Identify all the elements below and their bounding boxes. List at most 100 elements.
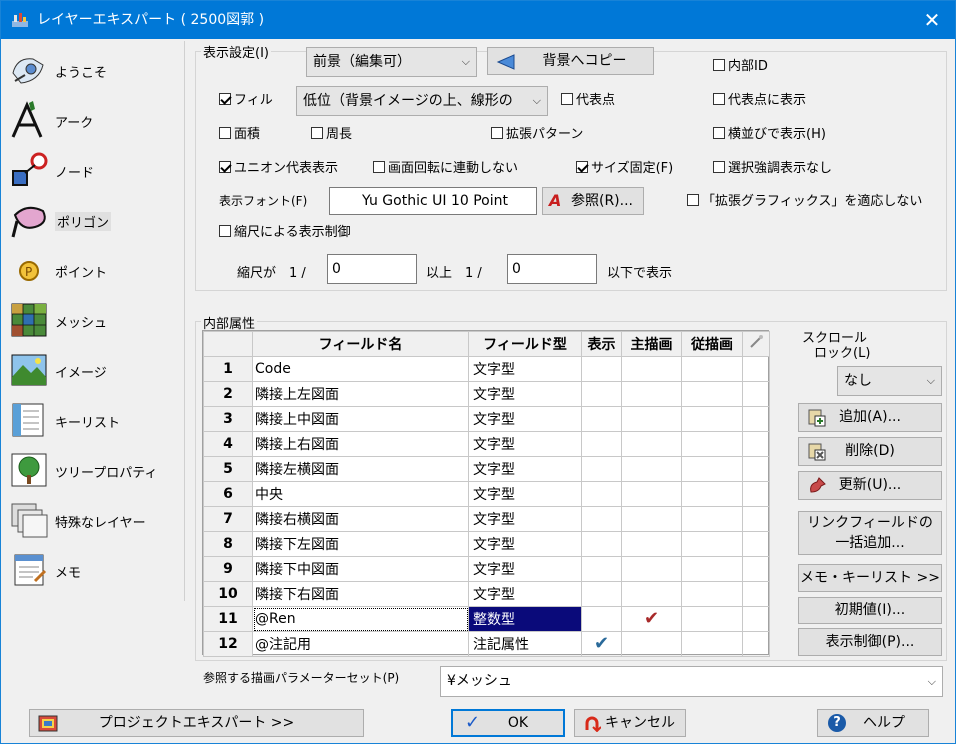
- link-cell[interactable]: [742, 506, 770, 532]
- link-cell[interactable]: [742, 406, 770, 432]
- field-name-cell[interactable]: 隣接上中図面: [252, 406, 469, 432]
- sidebar-item-tree-property[interactable]: ツリープロパティ: [5, 445, 183, 495]
- show-at-rep-point-checkbox[interactable]: 代表点に表示: [713, 93, 806, 109]
- link-cell[interactable]: [742, 431, 770, 457]
- font-display-field[interactable]: Yu Gothic UI 10 Point: [329, 187, 537, 215]
- bulk-add-link-fields-button[interactable]: リンクフィールドの 一括追加...: [798, 511, 942, 555]
- row-number[interactable]: 12: [203, 631, 253, 657]
- sidebar-item-mesh[interactable]: メッシュ: [5, 295, 183, 345]
- row-number[interactable]: 9: [203, 556, 253, 582]
- display-cell[interactable]: [581, 431, 622, 457]
- col-header-field-type[interactable]: フィールド型: [468, 331, 582, 357]
- main-draw-cell[interactable]: [621, 531, 682, 557]
- sub-draw-cell[interactable]: [681, 431, 743, 457]
- sidebar-item-welcome[interactable]: ようこそ: [5, 45, 183, 95]
- field-name-cell[interactable]: 隣接左横図面: [252, 456, 469, 482]
- table-row[interactable]: 12 @注記用 注記属性 ✔: [203, 631, 770, 657]
- sub-draw-cell[interactable]: [681, 456, 743, 482]
- perimeter-checkbox[interactable]: 周長: [311, 127, 352, 143]
- link-cell[interactable]: [742, 581, 770, 607]
- field-type-cell[interactable]: 文字型: [468, 406, 582, 432]
- scroll-lock-select[interactable]: なし ⌵: [837, 366, 942, 396]
- link-cell[interactable]: [742, 356, 770, 382]
- sub-draw-cell[interactable]: [681, 381, 743, 407]
- row-number[interactable]: 1: [203, 356, 253, 382]
- no-ext-graphics-checkbox[interactable]: 「拡張グラフィックス」を適応しない: [687, 194, 922, 210]
- sub-draw-cell[interactable]: [681, 581, 743, 607]
- field-type-cell[interactable]: 文字型: [468, 581, 582, 607]
- table-row[interactable]: 6 中央 文字型: [203, 481, 770, 507]
- main-draw-cell[interactable]: [621, 556, 682, 582]
- no-rotate-checkbox[interactable]: 画面回転に連動しない: [373, 161, 518, 177]
- sub-draw-cell[interactable]: [681, 556, 743, 582]
- display-control-button[interactable]: 表示制御(P)...: [798, 628, 942, 656]
- link-cell[interactable]: [742, 556, 770, 582]
- field-type-cell[interactable]: 注記属性: [468, 631, 582, 657]
- col-header-link[interactable]: [742, 331, 770, 357]
- display-cell[interactable]: [581, 481, 622, 507]
- display-cell[interactable]: [581, 581, 622, 607]
- main-draw-cell[interactable]: [621, 631, 682, 657]
- link-cell[interactable]: [742, 606, 770, 632]
- display-cell[interactable]: [581, 556, 622, 582]
- sidebar-item-keylist[interactable]: キーリスト: [5, 395, 183, 445]
- sub-draw-cell[interactable]: [681, 606, 743, 632]
- field-name-cell[interactable]: 隣接上左図面: [252, 381, 469, 407]
- field-type-cell[interactable]: 文字型: [468, 481, 582, 507]
- scale-max-input[interactable]: 0: [507, 254, 597, 284]
- field-type-cell[interactable]: 文字型: [468, 531, 582, 557]
- scale-control-checkbox[interactable]: 縮尺による表示制御: [219, 225, 351, 241]
- sidebar-item-special-layer[interactable]: 特殊なレイヤー: [5, 495, 183, 545]
- main-draw-cell[interactable]: [621, 406, 682, 432]
- row-number[interactable]: 6: [203, 481, 253, 507]
- display-cell[interactable]: [581, 381, 622, 407]
- copy-to-background-button[interactable]: 背景へコピー: [487, 47, 654, 75]
- help-button[interactable]: ? ヘルプ: [817, 709, 929, 737]
- display-cell[interactable]: [581, 506, 622, 532]
- sidebar-item-image[interactable]: イメージ: [5, 345, 183, 395]
- sidebar-item-arc[interactable]: アーク: [5, 95, 183, 145]
- field-name-cell[interactable]: 中央: [252, 481, 469, 507]
- fixed-size-checkbox[interactable]: サイズ固定(F): [576, 161, 673, 177]
- main-draw-cell[interactable]: [621, 381, 682, 407]
- row-number[interactable]: 4: [203, 431, 253, 457]
- sub-draw-cell[interactable]: [681, 356, 743, 382]
- main-draw-cell[interactable]: [621, 431, 682, 457]
- add-field-button[interactable]: 追加(A)...: [798, 403, 942, 432]
- row-number[interactable]: 7: [203, 506, 253, 532]
- cancel-button[interactable]: キャンセル: [574, 709, 686, 737]
- main-draw-cell[interactable]: ✔: [621, 606, 682, 632]
- display-cell[interactable]: [581, 531, 622, 557]
- col-header-display[interactable]: 表示: [581, 331, 622, 357]
- update-field-button[interactable]: 更新(U)...: [798, 471, 942, 500]
- default-value-button[interactable]: 初期値(I)...: [798, 597, 942, 624]
- field-type-cell[interactable]: 文字型: [468, 356, 582, 382]
- display-cell[interactable]: ✔: [581, 631, 622, 657]
- field-name-cell[interactable]: Code: [252, 356, 469, 382]
- union-checkbox[interactable]: ユニオン代表表示: [219, 161, 338, 177]
- row-number[interactable]: 10: [203, 581, 253, 607]
- field-name-cell[interactable]: 隣接下中図面: [252, 556, 469, 582]
- table-row[interactable]: 7 隣接右横図面 文字型: [203, 506, 770, 532]
- field-type-cell[interactable]: 文字型: [468, 431, 582, 457]
- display-cell[interactable]: [581, 356, 622, 382]
- main-draw-cell[interactable]: [621, 581, 682, 607]
- display-cell[interactable]: [581, 606, 622, 632]
- project-expert-button[interactable]: プロジェクトエキスパート >>: [29, 709, 364, 737]
- sidebar-item-polygon[interactable]: ポリゴン: [5, 195, 183, 245]
- sub-draw-cell[interactable]: [681, 481, 743, 507]
- memo-keylist-button[interactable]: メモ・キーリスト >>: [798, 564, 942, 592]
- row-number[interactable]: 8: [203, 531, 253, 557]
- delete-field-button[interactable]: 削除(D): [798, 437, 942, 466]
- field-name-cell[interactable]: 隣接下右図面: [252, 581, 469, 607]
- fill-level-select[interactable]: 低位（背景イメージの上、線形の ⌵: [296, 86, 548, 116]
- scale-min-input[interactable]: 0: [327, 254, 417, 284]
- font-browse-button[interactable]: A 参照(R)...: [542, 187, 644, 215]
- table-row[interactable]: 1 Code 文字型: [203, 356, 770, 382]
- col-header-sub-draw[interactable]: 従描画: [681, 331, 743, 357]
- field-name-cell[interactable]: 隣接下左図面: [252, 531, 469, 557]
- main-draw-cell[interactable]: [621, 456, 682, 482]
- link-cell[interactable]: [742, 456, 770, 482]
- table-row[interactable]: 10 隣接下右図面 文字型: [203, 581, 770, 607]
- sub-draw-cell[interactable]: [681, 531, 743, 557]
